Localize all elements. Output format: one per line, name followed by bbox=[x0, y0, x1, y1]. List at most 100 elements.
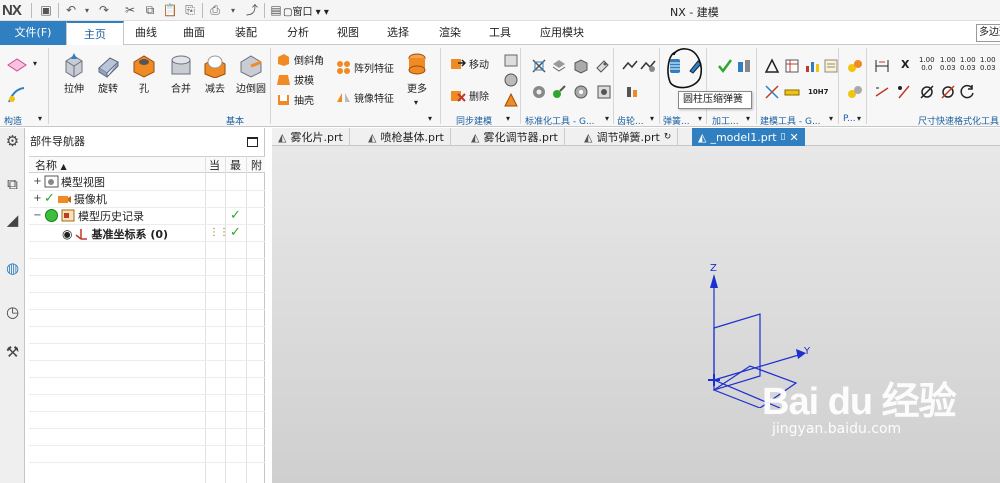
collapse-icon[interactable]: − bbox=[33, 210, 42, 221]
tree-item-datum-csys[interactable]: ◉ 基准坐标系 (0) bbox=[62, 225, 168, 242]
save-icon[interactable]: ▣ bbox=[38, 3, 54, 18]
dropdown-arrow-icon[interactable]: ▾ bbox=[225, 3, 241, 18]
tree-item-cameras[interactable]: + ✓ 摄像机 bbox=[33, 190, 107, 207]
dropdown-arrow-icon[interactable]: ▾ bbox=[698, 114, 702, 123]
chamfer-button[interactable]: 倒斜角 bbox=[276, 50, 324, 68]
standard-part-4-icon[interactable] bbox=[594, 58, 610, 74]
tree-item-model-history[interactable]: − 模型历史记录 bbox=[33, 207, 144, 224]
p-tool-2-icon[interactable] bbox=[847, 84, 863, 100]
dimension-x-button[interactable]: X bbox=[901, 58, 909, 71]
part-navigator-icon[interactable]: ◢ bbox=[2, 210, 23, 231]
tab-view[interactable]: 视图 bbox=[326, 21, 370, 45]
machining-check-icon[interactable] bbox=[717, 58, 733, 74]
copy-plus-icon[interactable]: ⎘ bbox=[182, 3, 198, 18]
dimension-tool-2-icon[interactable] bbox=[874, 84, 890, 100]
chart-tool-icon[interactable] bbox=[804, 58, 820, 74]
column-header-attached[interactable]: 附 bbox=[251, 157, 262, 173]
file-tab-2[interactable]: ◭ 喷枪基体.prt bbox=[362, 128, 451, 146]
web-browser-icon[interactable]: ◍ bbox=[2, 258, 23, 279]
hole-button[interactable]: 孔 bbox=[129, 52, 159, 95]
dropdown-arrow-icon[interactable]: ▾ bbox=[605, 114, 609, 123]
gear-tool-3-icon[interactable] bbox=[624, 84, 640, 100]
expand-icon[interactable]: + bbox=[33, 176, 42, 187]
diameter-icon[interactable] bbox=[919, 84, 935, 100]
file-menu-tab[interactable]: 文件(F) bbox=[0, 21, 66, 45]
dimension-format-1-button[interactable]: 1.00 0.0 bbox=[919, 56, 935, 72]
restore-panel-icon[interactable] bbox=[247, 137, 258, 147]
dropdown-arrow-icon[interactable]: ▾ bbox=[33, 59, 37, 68]
undo-icon[interactable]: ↶ bbox=[63, 3, 79, 18]
standard-part-6-icon[interactable] bbox=[551, 84, 567, 100]
dimension-format-3-button[interactable]: 1.00 0.03 bbox=[960, 56, 976, 72]
tab-curve[interactable]: 曲线 bbox=[124, 21, 168, 45]
delete-face-button[interactable]: 删除 bbox=[450, 86, 489, 104]
mirror-feature-button[interactable]: 镜像特征 bbox=[336, 88, 394, 106]
file-tab-active[interactable]: ◭ _model1.prt ▯ ✕ bbox=[692, 128, 805, 146]
standard-part-2-icon[interactable] bbox=[551, 58, 567, 74]
table-tool-icon[interactable] bbox=[784, 58, 800, 74]
standard-part-8-icon[interactable] bbox=[596, 84, 612, 100]
dropdown-arrow-icon[interactable]: ▾ bbox=[506, 114, 510, 123]
revolve-button[interactable]: 旋转 bbox=[93, 52, 123, 95]
sketch-tool-icon[interactable] bbox=[764, 84, 780, 100]
dropdown-arrow-icon[interactable]: ▾ bbox=[428, 114, 432, 123]
tab-tools[interactable]: 工具 bbox=[478, 21, 522, 45]
dropdown-arrow-icon[interactable]: ▾ bbox=[79, 3, 95, 18]
tree-item-model-views[interactable]: + 模型视图 bbox=[33, 173, 105, 190]
history-clock-icon[interactable]: ◷ bbox=[2, 302, 23, 323]
dimension-format-4-button[interactable]: 1.00 0.03 bbox=[980, 56, 996, 72]
tab-applications[interactable]: 应用模块 bbox=[530, 21, 594, 45]
offset-region-icon[interactable] bbox=[503, 52, 519, 68]
dimension-tool-1-icon[interactable] bbox=[874, 58, 890, 74]
tab-select[interactable]: 选择 bbox=[376, 21, 420, 45]
touch-mode-icon[interactable]: ⎙ bbox=[207, 3, 223, 18]
more-button[interactable]: 更多 bbox=[402, 52, 432, 95]
settings-gear-icon[interactable]: ⚙ bbox=[2, 131, 23, 152]
standard-part-3-icon[interactable] bbox=[573, 58, 589, 74]
column-header-current[interactable]: 当 bbox=[209, 157, 220, 173]
standard-part-5-icon[interactable] bbox=[531, 84, 547, 100]
tab-surface[interactable]: 曲面 bbox=[172, 21, 216, 45]
cut-icon[interactable]: ✂ bbox=[122, 3, 138, 18]
standard-part-1-icon[interactable] bbox=[531, 58, 547, 74]
close-tab-icon[interactable]: ✕ bbox=[790, 131, 799, 144]
file-tab-3[interactable]: ◭ 雾化调节器.prt bbox=[465, 128, 565, 146]
replace-face-icon[interactable] bbox=[503, 72, 519, 88]
dropdown-arrow-icon[interactable]: ▾ bbox=[38, 114, 42, 123]
measure-tool-icon[interactable] bbox=[784, 84, 800, 100]
shell-button[interactable]: 抽壳 bbox=[276, 90, 314, 108]
machining-tool-icon[interactable] bbox=[736, 58, 752, 74]
draft-button[interactable]: 拔模 bbox=[276, 70, 314, 88]
move-face-button[interactable]: 移动 bbox=[450, 54, 489, 72]
dropdown-arrow-icon[interactable]: ▾ bbox=[746, 114, 750, 123]
file-tab-1[interactable]: ◭ 雾化片.prt bbox=[272, 128, 350, 146]
dropdown-arrow-icon[interactable]: ▾ bbox=[829, 114, 833, 123]
tab-home[interactable]: 主页 bbox=[66, 21, 124, 46]
fit-tolerance-label[interactable]: 10H7 bbox=[808, 88, 828, 96]
window-menu[interactable]: ▢窗口 ▾ ▾ bbox=[283, 3, 329, 18]
p-tool-1-icon[interactable] bbox=[847, 58, 863, 74]
reset-icon[interactable] bbox=[960, 84, 976, 100]
tab-assembly[interactable]: 装配 bbox=[224, 21, 268, 45]
dropdown-arrow-icon[interactable]: ▾ bbox=[414, 98, 418, 107]
dropdown-arrow-icon[interactable]: ▾ bbox=[857, 114, 861, 123]
gear-tool-2-icon[interactable] bbox=[640, 58, 656, 74]
datum-plane-icon[interactable] bbox=[6, 85, 28, 105]
dimension-format-2-button[interactable]: 1.00 0.03 bbox=[940, 56, 956, 72]
column-header-latest[interactable]: 最 bbox=[230, 157, 241, 173]
gear-tool-1-icon[interactable] bbox=[622, 58, 638, 74]
resize-blend-icon[interactable] bbox=[503, 92, 519, 108]
standard-part-7-icon[interactable] bbox=[573, 84, 589, 100]
tools-icon[interactable]: ⚒ bbox=[2, 342, 23, 363]
subtract-button[interactable]: 减去 bbox=[200, 52, 230, 95]
command-search-input[interactable]: 多边形 bbox=[976, 24, 1000, 42]
tab-render[interactable]: 渲染 bbox=[428, 21, 472, 45]
triangle-tool-icon[interactable] bbox=[764, 58, 780, 74]
sheet-tool-icon[interactable] bbox=[823, 58, 839, 74]
pattern-feature-button[interactable]: 阵列特征 bbox=[336, 58, 394, 76]
expand-icon[interactable]: + bbox=[33, 193, 42, 204]
edge-blend-button[interactable]: 边倒圆 bbox=[236, 52, 266, 95]
switch-window-icon[interactable]: ▤ bbox=[268, 3, 284, 18]
extrude-button[interactable]: 拉伸 bbox=[59, 52, 89, 95]
sketch-icon[interactable] bbox=[6, 58, 28, 72]
